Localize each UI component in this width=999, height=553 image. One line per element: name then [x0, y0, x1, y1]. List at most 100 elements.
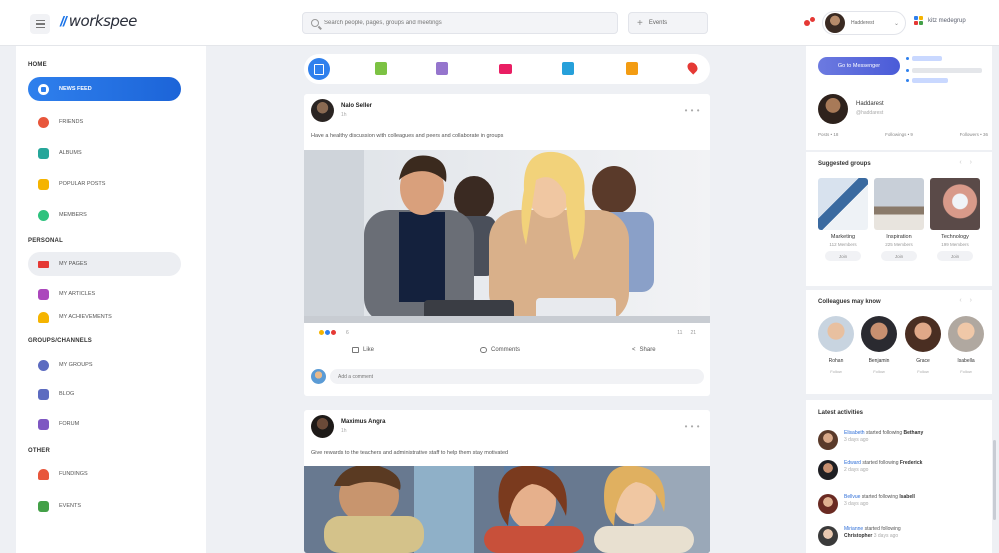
menu-icon[interactable] [30, 14, 50, 34]
activity-item[interactable]: Bellvue started following Isabell 3 days … [818, 494, 984, 520]
carousel-nav[interactable]: ‹› [959, 159, 980, 166]
location-icon[interactable] [685, 60, 700, 75]
sidebar-item-popular-posts[interactable]: POPULAR POSTS [28, 172, 181, 196]
live-icon[interactable] [562, 62, 574, 75]
person-action[interactable]: Follow [946, 369, 986, 374]
flag-icon [38, 260, 49, 268]
sidebar-item-blog[interactable]: BLOG [28, 382, 181, 406]
search-filter-dropdown[interactable]: + Events [628, 12, 708, 34]
post-image[interactable] [304, 150, 710, 323]
sidebar-item-my-achievements[interactable]: MY ACHIEVEMENTS [28, 305, 181, 329]
plus-icon: + [637, 17, 643, 29]
video-icon[interactable] [499, 64, 512, 74]
avatar [861, 316, 897, 352]
suggested-groups-title: Suggested groups [818, 161, 871, 167]
group-card-technology[interactable]: Technology 199 Members Join [930, 178, 980, 261]
activity-user[interactable]: Elisabeth [844, 430, 865, 436]
top-bar: // workspee + Events Hadderest ⌄ kitz me… [0, 0, 999, 46]
notification-bell-icon[interactable] [802, 16, 816, 28]
followers-stat[interactable]: Followers • 36 [960, 132, 988, 137]
albums-icon [38, 147, 49, 159]
sidebar-item-label: MY ARTICLES [59, 291, 96, 297]
post-icon[interactable] [308, 58, 330, 80]
activity-target[interactable]: Isabell [899, 494, 915, 500]
reactions-row[interactable]: 6 11 21 [318, 327, 708, 339]
person-action[interactable]: Follow [816, 369, 856, 374]
posts-stat[interactable]: Posts • 18 [818, 132, 838, 137]
post-photo-library [304, 466, 710, 553]
photo-icon[interactable] [436, 62, 448, 75]
person-card[interactable]: Grace Follow [903, 316, 943, 374]
latest-activities-card: Latest activities Elisabeth started foll… [806, 400, 992, 553]
shares-count[interactable]: 21 [690, 330, 696, 336]
sidebar-item-news-feed[interactable]: NEWS FEED [28, 77, 181, 101]
followings-stat[interactable]: Followings • 9 [885, 132, 913, 137]
group-card-inspiration[interactable]: Inspiration 225 Members Join [874, 178, 924, 261]
sidebar-item-albums[interactable]: ALBUMS [28, 141, 181, 165]
activity-item[interactable]: Edward started following Frederick 2 days… [818, 460, 984, 486]
members-icon [38, 209, 49, 221]
person-action[interactable]: Follow [859, 369, 899, 374]
comment-button[interactable]: Comments [480, 347, 520, 353]
activity-user[interactable]: Bellvue [844, 494, 860, 500]
sidebar-item-label: BLOG [59, 391, 75, 397]
person-name: Rohan [828, 358, 844, 364]
activity-target[interactable]: Christopher [844, 533, 872, 539]
search-input[interactable] [324, 20, 594, 26]
activity-action: started following [864, 526, 901, 532]
section-title-other: OTHER [28, 448, 50, 454]
avatar[interactable] [311, 415, 334, 438]
person-card[interactable]: Benjamin Follow [859, 316, 899, 374]
avatar[interactable] [311, 99, 334, 122]
person-action[interactable]: Follow [903, 369, 943, 374]
like-button[interactable]: Like [352, 347, 374, 353]
sidebar-item-my-articles[interactable]: MY ARTICLES [28, 282, 181, 306]
app-logo[interactable]: // workspee [60, 12, 137, 30]
activity-item[interactable]: Mirianne started following Christopher 3 … [818, 526, 984, 552]
comments-count[interactable]: 11 [677, 330, 682, 336]
post-author[interactable]: Nalo Seller [341, 103, 372, 109]
search-icon [311, 19, 319, 27]
company-logo[interactable]: kitz medegrup [914, 16, 966, 26]
comment-icon [480, 347, 487, 353]
sidebar-item-label: MY ACHIEVEMENTS [59, 314, 112, 320]
post-author[interactable]: Maximus Angra [341, 419, 385, 425]
user-menu-button[interactable]: Hadderest ⌄ [822, 11, 906, 35]
company-mark-icon [914, 16, 926, 26]
carousel-nav[interactable]: ‹› [959, 297, 980, 304]
avatar [818, 430, 838, 450]
more-options-icon[interactable]: • • • [685, 422, 700, 431]
join-button[interactable]: Join [937, 251, 973, 261]
person-card[interactable]: Rohan Follow [816, 316, 856, 374]
comment-input[interactable] [330, 369, 704, 384]
activity-target[interactable]: Bethany [904, 430, 924, 436]
reaction-love-icon [330, 329, 337, 336]
profile-handle: @haddarest [856, 110, 884, 116]
search-bar[interactable] [302, 12, 618, 34]
article-icon[interactable] [375, 62, 387, 75]
sidebar-item-members[interactable]: MEMBERS [28, 203, 181, 227]
scrollbar[interactable] [993, 440, 996, 520]
sidebar-item-fundings[interactable]: FUNDINGS [28, 462, 181, 486]
activity-target[interactable]: Frederick [900, 460, 923, 466]
sidebar-item-friends[interactable]: FRIENDS [28, 110, 181, 134]
sidebar-item-forum[interactable]: FORUM [28, 412, 181, 436]
avatar[interactable] [818, 94, 848, 124]
sidebar-item-my-pages[interactable]: MY PAGES [28, 252, 181, 276]
join-button[interactable]: Join [881, 251, 917, 261]
join-button[interactable]: Join [825, 251, 861, 261]
activity-user[interactable]: Edward [844, 460, 861, 466]
group-card-marketing[interactable]: Marketing 112 Members Join [818, 178, 868, 261]
person-name: Benjamin [868, 358, 890, 364]
profile-name[interactable]: Haddarest [856, 101, 884, 107]
more-options-icon[interactable]: • • • [685, 106, 700, 115]
post-image[interactable] [304, 466, 710, 553]
activity-item[interactable]: Elisabeth started following Bethany 3 day… [818, 430, 984, 456]
event-icon[interactable] [626, 62, 638, 75]
person-card[interactable]: Isabella Follow [946, 316, 986, 374]
activity-user[interactable]: Mirianne [844, 526, 863, 532]
sidebar-item-my-groups[interactable]: MY GROUPS [28, 353, 181, 377]
share-button[interactable]: < Share [632, 347, 656, 353]
sidebar-item-events[interactable]: EVENTS [28, 494, 181, 518]
go-to-messenger-button[interactable]: Go to Messenger [818, 57, 900, 75]
